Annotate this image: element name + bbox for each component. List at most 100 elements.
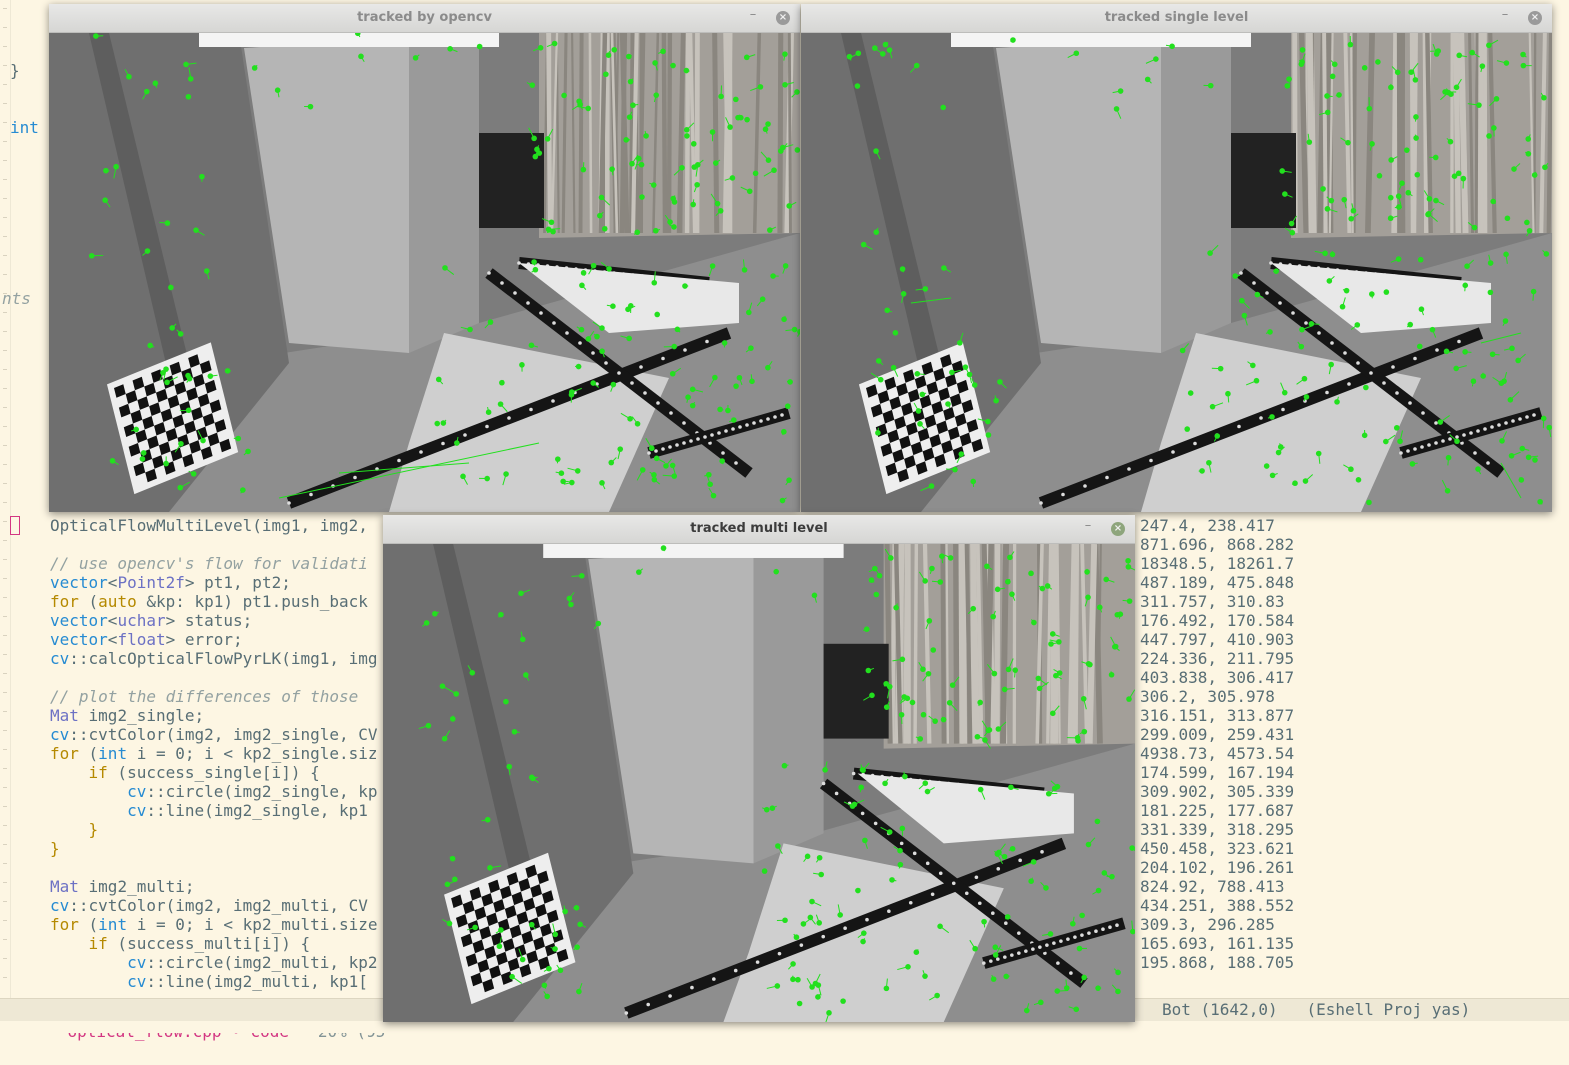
tracked-point bbox=[1002, 854, 1008, 860]
tracked-point bbox=[569, 392, 575, 398]
tape-dot bbox=[996, 957, 1000, 961]
tracked-point bbox=[1031, 620, 1037, 626]
tape-dot bbox=[1347, 382, 1351, 386]
tracked-point bbox=[1082, 729, 1088, 735]
code-line[interactable]: Mat img2_single; bbox=[50, 706, 204, 725]
window-titlebar[interactable]: tracked single level – × bbox=[801, 4, 1552, 33]
gutter-mark bbox=[3, 388, 7, 389]
tracked-point bbox=[822, 767, 828, 773]
tracked-point bbox=[200, 438, 206, 444]
tracked-point bbox=[518, 591, 524, 597]
output-line: 204.102, 196.261 bbox=[1140, 858, 1294, 877]
tracked-point bbox=[816, 982, 822, 988]
tracked-point bbox=[1307, 139, 1313, 145]
tracked-point bbox=[790, 977, 796, 983]
tape-dot bbox=[1518, 417, 1522, 421]
output-line: 309.902, 305.339 bbox=[1140, 782, 1294, 801]
gutter-mark bbox=[3, 350, 7, 351]
code-line[interactable]: cv::cvtColor(img2, img2_multi, CV bbox=[50, 896, 368, 915]
window-tracked-single-level[interactable]: tracked single level – × bbox=[801, 4, 1552, 512]
code-line[interactable]: for (int i = 0; i < kp2_single.siz bbox=[50, 744, 378, 763]
tracked-point bbox=[914, 371, 920, 377]
code-token: < bbox=[108, 611, 118, 630]
tracked-point bbox=[930, 647, 936, 653]
code-line[interactable]: cv::line(img2_multi, kp1[ bbox=[50, 972, 368, 991]
tracked-point bbox=[1074, 50, 1080, 56]
minimize-button[interactable]: – bbox=[1498, 10, 1512, 24]
tracked-point bbox=[102, 197, 108, 203]
close-button[interactable]: × bbox=[1528, 11, 1542, 25]
code-token: ::cvtColor(img2, img2_multi, CV bbox=[69, 896, 368, 915]
tracked-point bbox=[694, 182, 700, 188]
tracked-point bbox=[1419, 306, 1425, 312]
tracked-point bbox=[178, 331, 184, 337]
gutter-mark bbox=[3, 863, 7, 864]
code-line[interactable]: cv::cvtColor(img2, img2_single, CV bbox=[50, 725, 378, 744]
tracked-point bbox=[725, 408, 731, 414]
code-line[interactable]: // plot the differences of those bbox=[50, 687, 368, 706]
gutter-mark bbox=[3, 122, 7, 123]
tracked-point bbox=[186, 94, 192, 100]
tracked-point bbox=[826, 1010, 832, 1016]
tracked-point bbox=[1328, 362, 1334, 368]
tracked-point bbox=[1446, 455, 1452, 461]
tracked-point bbox=[926, 671, 932, 677]
tracked-point bbox=[1112, 644, 1118, 650]
code-line[interactable]: for (int i = 0; i < kp2_multi.size bbox=[50, 915, 378, 934]
gutter-mark bbox=[3, 882, 7, 883]
code-token bbox=[50, 782, 127, 801]
code-line[interactable]: cv::circle(img2_single, kp bbox=[50, 782, 378, 801]
code-line[interactable]: Mat img2_multi; bbox=[50, 877, 195, 896]
tracked-point bbox=[165, 220, 171, 226]
tracked-point bbox=[1388, 157, 1394, 163]
tape-dot bbox=[1094, 929, 1098, 933]
tape-dot bbox=[1369, 371, 1373, 375]
wall-texture-stroke bbox=[664, 33, 665, 233]
tracked-point bbox=[1434, 51, 1440, 57]
window-titlebar[interactable]: tracked by opencv – × bbox=[49, 4, 800, 33]
tracked-point bbox=[1028, 571, 1034, 577]
code-line[interactable]: vector<uchar> status; bbox=[50, 611, 252, 630]
tracked-point bbox=[193, 227, 199, 233]
code-line[interactable]: OpticalFlowMultiLevel(img1, img2, bbox=[50, 516, 368, 535]
tracked-point bbox=[737, 375, 743, 381]
tracked-point bbox=[891, 365, 897, 371]
tracked-point bbox=[1010, 37, 1016, 43]
code-line[interactable]: // use opencv's flow for validati bbox=[50, 554, 368, 573]
code-token bbox=[50, 953, 127, 972]
tracked-point bbox=[1208, 83, 1214, 89]
code-line[interactable]: cv::circle(img2_multi, kp2 bbox=[50, 953, 378, 972]
tape-dot bbox=[526, 301, 530, 305]
code-line[interactable]: } bbox=[50, 839, 60, 858]
code-line[interactable]: } bbox=[50, 820, 98, 839]
close-button[interactable]: × bbox=[776, 11, 790, 25]
tracked-point bbox=[690, 387, 696, 393]
code-line[interactable]: vector<Point2f> pt1, pt2; bbox=[50, 573, 291, 592]
tape-dot bbox=[646, 1003, 650, 1007]
window-tracked-by-opencv[interactable]: tracked by opencv – × bbox=[49, 4, 800, 512]
gutter-mark bbox=[3, 901, 7, 902]
tracked-point bbox=[847, 54, 853, 60]
tracked-point bbox=[1145, 77, 1151, 83]
tracked-point bbox=[1299, 344, 1305, 350]
tracked-point bbox=[765, 365, 771, 371]
code-token: if bbox=[89, 934, 108, 953]
tracked-point bbox=[775, 983, 781, 989]
close-button[interactable]: × bbox=[1111, 522, 1125, 536]
minimize-button[interactable]: – bbox=[1081, 521, 1095, 535]
tracked-point bbox=[897, 848, 903, 854]
window-titlebar[interactable]: tracked multi level – × bbox=[383, 515, 1135, 544]
wall-texture-stroke bbox=[622, 33, 625, 233]
window-tracked-multi-level[interactable]: tracked multi level – × bbox=[383, 515, 1135, 1022]
code-line[interactable]: for (auto &kp: kp1) pt1.push_back bbox=[50, 592, 368, 611]
minimize-button[interactable]: – bbox=[746, 10, 760, 24]
tracked-point bbox=[512, 729, 518, 735]
code-token: (success_multi[i]) { bbox=[108, 934, 310, 953]
code-line[interactable]: if (success_multi[i]) { bbox=[50, 934, 310, 953]
tracked-point bbox=[1055, 784, 1061, 790]
code-line[interactable]: if (success_single[i]) { bbox=[50, 763, 320, 782]
code-line[interactable]: cv::calcOpticalFlowPyrLK(img1, img bbox=[50, 649, 378, 668]
code-line[interactable]: cv::line(img2_single, kp1 bbox=[50, 801, 368, 820]
tracked-point bbox=[987, 727, 993, 733]
code-line[interactable]: vector<float> error; bbox=[50, 630, 243, 649]
